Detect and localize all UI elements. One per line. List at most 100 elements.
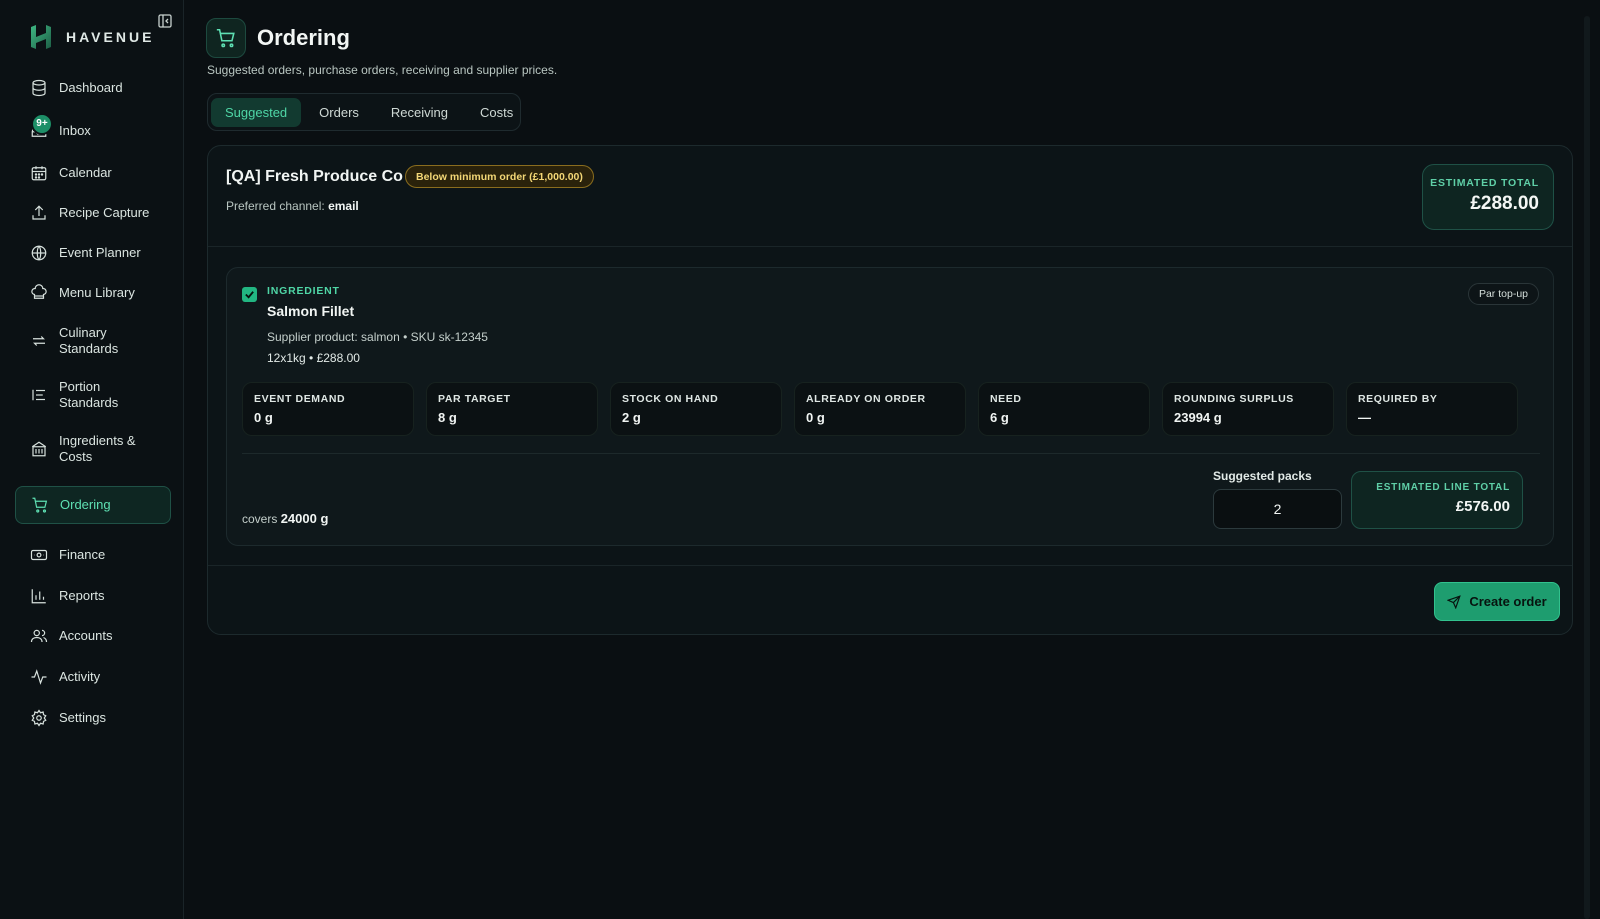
gear-icon	[31, 709, 47, 727]
stat-value: 23994 g	[1174, 410, 1222, 425]
page-header-icon	[206, 18, 246, 58]
sidebar-item-label: Reports	[59, 588, 105, 603]
bar-chart-icon	[31, 589, 46, 604]
sidebar-item-recipe-capture[interactable]: Recipe Capture	[15, 203, 171, 223]
stat-need: NEED 6 g	[978, 382, 1150, 436]
page-title: Ordering	[257, 25, 350, 50]
covers-label: covers	[242, 512, 278, 526]
sidebar-item-event-planner[interactable]: Event Planner	[15, 243, 171, 263]
sidebar-item-dashboard[interactable]: Dashboard	[15, 78, 171, 98]
list-icon	[32, 389, 45, 401]
tab-orders[interactable]: Orders	[305, 98, 373, 127]
database-icon	[32, 79, 46, 97]
reason-badge: Par top-up	[1467, 283, 1539, 305]
sidebar-item-inbox[interactable]: 9+ Inbox	[15, 113, 171, 141]
sidebar-item-label: Ordering	[60, 497, 111, 512]
stat-value: 8 g	[438, 410, 457, 425]
stat-label: NEED	[990, 393, 1022, 405]
sidebar-item-ordering[interactable]: Ordering	[15, 486, 171, 524]
sidebar-collapse-icon[interactable]	[158, 14, 172, 28]
stat-value: 0 g	[254, 410, 273, 425]
supplier-order-card: [QA] Fresh Produce Co Below minimum orde…	[207, 145, 1573, 635]
supplier-product: Supplier product: salmon • SKU sk-12345	[267, 330, 488, 344]
sidebar-item-activity[interactable]: Activity	[15, 667, 171, 687]
sidebar-item-label: Ingredients & Costs	[59, 433, 136, 464]
chef-hat-icon	[31, 284, 47, 299]
globe-icon	[31, 245, 47, 261]
line-item-checkbox[interactable]	[242, 287, 257, 302]
send-icon	[1447, 594, 1462, 609]
tab-receiving[interactable]: Receiving	[377, 98, 462, 127]
brand[interactable]: HAVENUE	[28, 22, 154, 52]
calendar-icon	[31, 166, 47, 181]
stat-label: ROUNDING SURPLUS	[1174, 393, 1294, 405]
cart-icon	[216, 28, 235, 48]
sidebar-item-label: Culinary Standards	[59, 325, 119, 356]
sidebar-item-portion-standards[interactable]: Portion Standards	[15, 378, 171, 412]
preferred-channel-value: email	[328, 199, 359, 213]
upload-icon	[32, 205, 46, 220]
estimated-total-box: ESTIMATED TOTAL £288.00	[1422, 164, 1554, 230]
stat-value: 2 g	[622, 410, 641, 425]
preferred-channel: Preferred channel: email	[226, 199, 359, 213]
covers-value: 24000 g	[280, 511, 329, 526]
create-order-label: Create order	[1469, 594, 1547, 609]
suggested-packs-input[interactable]	[1213, 489, 1342, 529]
stat-label: REQUIRED BY	[1358, 393, 1438, 405]
card-divider	[208, 246, 1572, 247]
sidebar-item-culinary-standards[interactable]: Culinary Standards	[15, 324, 171, 358]
stat-label: ALREADY ON ORDER	[806, 393, 926, 405]
sidebar-item-label: Calendar	[59, 165, 112, 180]
checkmark-icon	[245, 291, 254, 299]
page-scrollbar[interactable]	[1584, 16, 1590, 919]
suggested-packs-label: Suggested packs	[1213, 469, 1312, 483]
sidebar-item-label: Menu Library	[59, 285, 135, 300]
create-order-button[interactable]: Create order	[1434, 582, 1560, 621]
stat-event-demand: EVENT DEMAND 0 g	[242, 382, 414, 436]
supplier-name: [QA] Fresh Produce Co	[226, 168, 403, 185]
tab-costs[interactable]: Costs	[466, 98, 527, 127]
brand-name: HAVENUE	[66, 29, 155, 45]
sidebar-item-calendar[interactable]: Calendar	[15, 163, 171, 183]
ordering-tabs: Suggested Orders Receiving Costs	[207, 93, 521, 131]
cart-icon	[32, 497, 48, 513]
sidebar-item-accounts[interactable]: Accounts	[15, 626, 171, 646]
users-icon	[30, 629, 48, 643]
stat-stock-on-hand: STOCK ON HAND 2 g	[610, 382, 782, 436]
sidebar-item-label: Event Planner	[59, 245, 141, 260]
building-icon	[31, 441, 47, 457]
sidebar-item-label: Finance	[59, 547, 106, 562]
stat-label: STOCK ON HAND	[622, 393, 719, 405]
sidebar-item-ingredients-costs[interactable]: Ingredients & Costs	[15, 432, 171, 466]
pack-info: 12x1kg • £288.00	[267, 351, 360, 365]
sidebar-item-label: Portion Standards	[59, 379, 119, 410]
sidebar-item-label: Dashboard	[59, 80, 123, 95]
stat-value: —	[1358, 410, 1371, 425]
sidebar-item-reports[interactable]: Reports	[15, 586, 171, 606]
preferred-channel-label: Preferred channel:	[226, 199, 325, 213]
stat-label: EVENT DEMAND	[254, 393, 346, 405]
estimated-line-total-label: ESTIMATED LINE TOTAL	[1376, 482, 1510, 493]
sidebar-item-label: Settings	[59, 710, 106, 725]
stat-value: 6 g	[990, 410, 1009, 425]
tab-suggested[interactable]: Suggested	[211, 97, 302, 127]
stat-value: 0 g	[806, 410, 825, 425]
sidebar-item-settings[interactable]: Settings	[15, 708, 171, 728]
stat-label: PAR TARGET	[438, 393, 511, 405]
estimated-line-total-box: ESTIMATED LINE TOTAL £576.00	[1351, 471, 1523, 529]
sidebar-item-finance[interactable]: Finance	[15, 545, 171, 565]
stat-already-on-order: ALREADY ON ORDER 0 g	[794, 382, 966, 436]
inbox-count-badge: 9+	[31, 113, 53, 135]
page-subtitle: Suggested orders, purchase orders, recei…	[207, 63, 558, 77]
sidebar-item-label: Accounts	[59, 628, 113, 643]
minimum-order-warning-badge: Below minimum order (£1,000.00)	[405, 165, 594, 188]
havenue-logo-icon	[31, 25, 51, 49]
sidebar: HAVENUE Dashboard 9+ Inbox Calendar Reci…	[0, 0, 184, 919]
activity-icon	[31, 669, 47, 685]
line-item-name: Salmon Fillet	[267, 303, 355, 319]
estimated-total-value: £288.00	[1470, 193, 1539, 214]
stat-required-by: REQUIRED BY —	[1346, 382, 1518, 436]
sidebar-item-label: Recipe Capture	[59, 205, 150, 220]
sidebar-item-menu-library[interactable]: Menu Library	[15, 283, 171, 303]
line-item-divider	[242, 453, 1540, 454]
